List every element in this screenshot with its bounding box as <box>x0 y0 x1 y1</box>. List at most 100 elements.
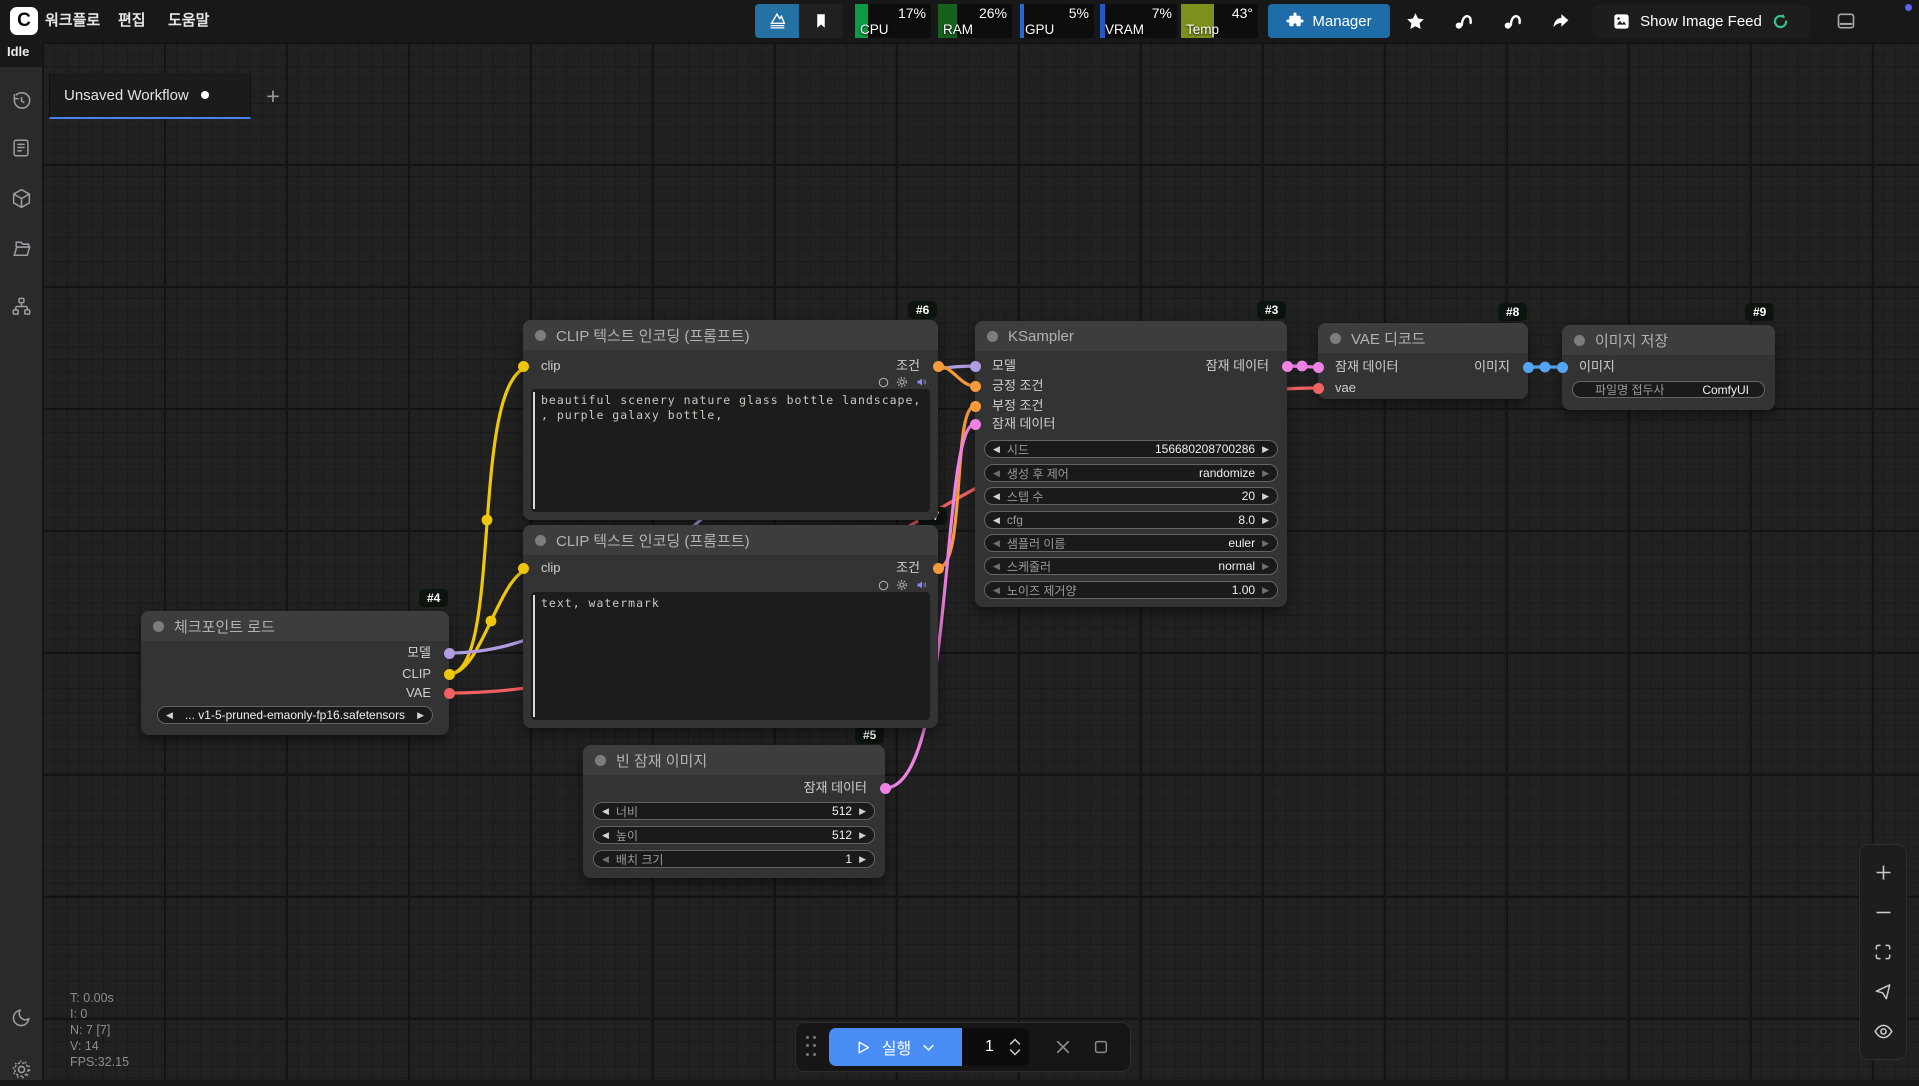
run-button[interactable]: 실행 <box>829 1028 961 1066</box>
next-arrow-icon[interactable]: ▶ <box>1262 511 1269 529</box>
width-widget[interactable]: ◀너비 512▶ <box>593 802 875 820</box>
port-model-output[interactable] <box>444 648 455 659</box>
prev-arrow-icon[interactable]: ◀ <box>993 487 1000 505</box>
node-save-image[interactable]: 이미지 저장 이미지 파일명 접두사 ComfyUI <box>1562 325 1775 410</box>
circle-icon[interactable] <box>878 377 889 388</box>
next-arrow-icon[interactable]: ▶ <box>1262 440 1269 458</box>
comfyui-logo[interactable]: C <box>10 7 38 35</box>
node-empty-latent-image[interactable]: 빈 잠재 이미지 잠재 데이터 ◀너비 512▶ ◀높이 512▶ ◀배치 크기… <box>583 745 885 878</box>
control-after-generate-widget[interactable]: ◀생성 후 제어 randomize▶ <box>984 464 1278 482</box>
next-arrow-icon[interactable]: ▶ <box>1262 464 1269 482</box>
negative-prompt-textarea[interactable]: text, watermark <box>531 592 930 720</box>
node-load-checkpoint[interactable]: 체크포인트 로드 모델 CLIP VAE ◀ ... v1-5-pruned-e… <box>141 611 449 735</box>
toggle-link-visibility-button[interactable] <box>1868 1016 1898 1046</box>
filename-prefix-widget[interactable]: 파일명 접두사 ComfyUI <box>1572 381 1765 398</box>
collapse-dot[interactable] <box>153 621 164 632</box>
temp-monitor[interactable]: Temp 43° <box>1181 4 1258 38</box>
prev-arrow-icon[interactable]: ◀ <box>993 534 1000 552</box>
collapse-dot[interactable] <box>987 331 998 342</box>
steps-widget[interactable]: ◀스텝 수 20▶ <box>984 487 1278 505</box>
hamburger-menu-button[interactable] <box>1880 10 1904 32</box>
collapse-dot[interactable] <box>595 755 606 766</box>
share-button[interactable] <box>1548 10 1572 32</box>
node-ksampler[interactable]: KSampler 모델 긍정 조건 부정 조건 잠재 데이터 잠재 데이터 ◀시… <box>975 321 1287 607</box>
menu-help[interactable]: 도움말 <box>168 0 209 42</box>
collapse-dot[interactable] <box>535 535 546 546</box>
denoise-widget[interactable]: ◀노이즈 제거양 1.00▶ <box>984 581 1278 599</box>
sidebar-item-node-map[interactable] <box>0 289 42 323</box>
circle-icon[interactable] <box>878 580 889 591</box>
vram-monitor[interactable]: VRAM 7% <box>1100 4 1177 38</box>
port-negative-input[interactable] <box>970 401 981 412</box>
sampler-name-widget[interactable]: ◀샘플러 이름 euler▶ <box>984 534 1278 552</box>
port-latent-output[interactable] <box>880 783 891 794</box>
menu-workflow[interactable]: 워크플로 <box>45 0 100 42</box>
speaker-icon[interactable] <box>915 579 928 591</box>
sidebar-item-node-library[interactable] <box>0 131 42 165</box>
port-latent-input[interactable] <box>970 419 981 430</box>
port-image-input[interactable] <box>1557 362 1568 373</box>
textarea-scrollbar[interactable] <box>533 595 535 717</box>
port-conditioning-output[interactable] <box>933 361 944 372</box>
zoom-out-button[interactable] <box>1868 897 1898 927</box>
show-image-feed-button[interactable]: Show Image Feed <box>1592 5 1810 38</box>
speaker-icon[interactable] <box>915 376 928 388</box>
new-tab-button[interactable]: + <box>260 83 286 109</box>
port-positive-input[interactable] <box>970 381 981 392</box>
prev-arrow-icon[interactable]: ◀ <box>602 802 609 820</box>
cfg-widget[interactable]: ◀cfg 8.0▶ <box>984 511 1278 529</box>
cpu-monitor[interactable]: CPU 17% <box>855 4 931 38</box>
zoom-in-button[interactable] <box>1868 858 1898 888</box>
node-header[interactable]: 이미지 저장 <box>1562 325 1775 355</box>
chevron-down-icon[interactable] <box>921 1040 936 1055</box>
port-clip-input[interactable] <box>518 361 529 372</box>
menu-edit[interactable]: 편집 <box>118 0 146 42</box>
manager-button[interactable]: Manager <box>1268 4 1390 38</box>
monitor-toggle-button[interactable] <box>755 4 799 38</box>
prev-arrow-icon[interactable]: ◀ <box>993 440 1000 458</box>
gear-icon[interactable] <box>896 376 908 388</box>
port-latent-output[interactable] <box>1282 361 1293 372</box>
next-arrow-icon[interactable]: ▶ <box>1262 581 1269 599</box>
ram-monitor[interactable]: RAM 26% <box>938 4 1012 38</box>
prev-arrow-icon[interactable]: ◀ <box>993 511 1000 529</box>
port-clip-input[interactable] <box>518 563 529 574</box>
sidebar-item-workflows[interactable] <box>0 231 42 265</box>
checkpoint-name-combo[interactable]: ◀ ... v1-5-pruned-emaonly-fp16.safetenso… <box>157 706 433 724</box>
next-arrow-icon[interactable]: ▶ <box>417 706 424 724</box>
node-vae-decode[interactable]: VAE 디코드 잠재 데이터 vae 이미지 <box>1318 323 1528 399</box>
select-mode-button[interactable] <box>1868 977 1898 1007</box>
height-widget[interactable]: ◀높이 512▶ <box>593 826 875 844</box>
prev-arrow-icon[interactable]: ◀ <box>993 557 1000 575</box>
port-conditioning-output[interactable] <box>933 563 944 574</box>
node-header[interactable]: KSampler <box>975 321 1287 351</box>
bottom-panel-button[interactable] <box>1834 10 1858 32</box>
node-clip-text-encode-negative[interactable]: CLIP 텍스트 인코딩 (프롬프트) clip 조건 text, waterm… <box>523 525 938 728</box>
collapse-dot[interactable] <box>1330 333 1341 344</box>
collapse-dot[interactable] <box>535 330 546 341</box>
node-header[interactable]: CLIP 텍스트 인코딩 (프롬프트) <box>523 525 938 555</box>
node-header[interactable]: 체크포인트 로드 <box>141 611 449 641</box>
seed-widget[interactable]: ◀시드 156680208700286▶ <box>984 440 1278 458</box>
port-image-output[interactable] <box>1523 362 1534 373</box>
next-arrow-icon[interactable]: ▶ <box>1262 557 1269 575</box>
hook-button-1[interactable] <box>1452 10 1476 32</box>
prev-arrow-icon[interactable]: ◀ <box>166 706 173 724</box>
sidebar-item-model-library[interactable] <box>0 181 42 215</box>
prev-arrow-icon[interactable]: ◀ <box>993 581 1000 599</box>
step-down-icon[interactable] <box>1009 1049 1021 1056</box>
theme-toggle[interactable] <box>0 1000 42 1034</box>
prev-arrow-icon[interactable]: ◀ <box>993 464 1000 482</box>
next-arrow-icon[interactable]: ▶ <box>859 802 866 820</box>
batch-size-widget[interactable]: ◀배치 크기 1▶ <box>593 850 875 868</box>
prev-arrow-icon[interactable]: ◀ <box>602 850 609 868</box>
next-arrow-icon[interactable]: ▶ <box>1262 487 1269 505</box>
gpu-monitor[interactable]: GPU 5% <box>1020 4 1094 38</box>
collapse-dot[interactable] <box>1574 335 1585 346</box>
toolbar-drag-handle[interactable] <box>806 1036 819 1058</box>
port-clip-output[interactable] <box>444 669 455 680</box>
bookmark-button[interactable] <box>799 4 843 38</box>
fit-view-button[interactable] <box>1868 937 1898 967</box>
node-header[interactable]: VAE 디코드 <box>1318 323 1528 353</box>
gear-icon[interactable] <box>896 579 908 591</box>
